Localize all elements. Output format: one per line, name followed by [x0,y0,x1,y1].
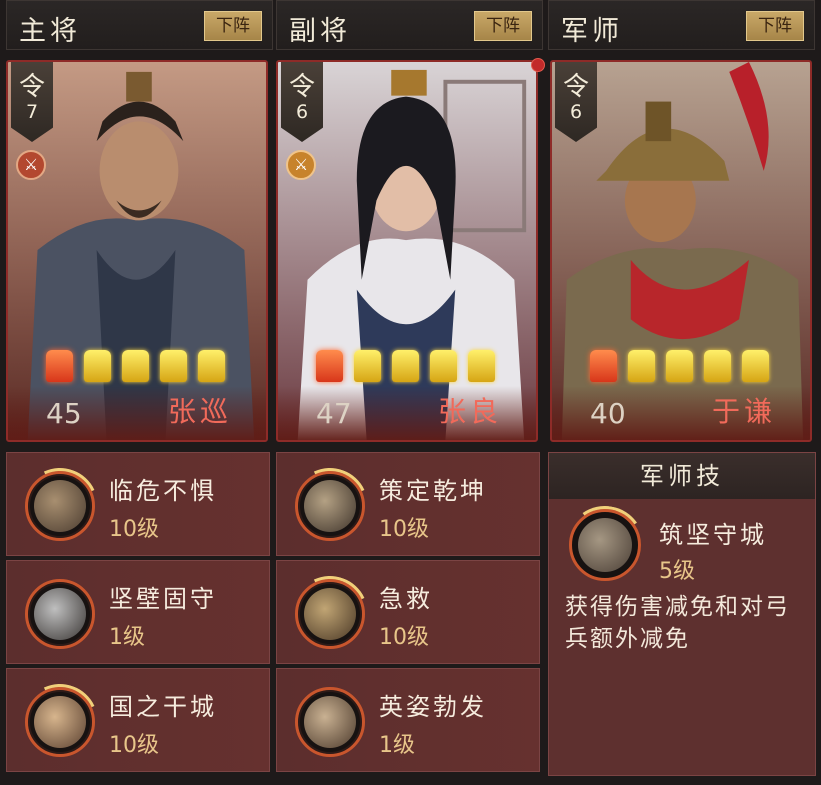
advisor-skill-header: 军师技 [549,453,815,499]
vice-general-title: 副将 [289,16,351,47]
star-icon [742,350,769,382]
vice-general-header: 副将 下阵 [276,0,543,50]
skill-name: 急救 [379,585,433,613]
skill-icon [281,565,379,663]
card-footer: 45 张巡 [8,386,266,440]
unassign-advisor-button[interactable]: 下阵 [746,11,804,41]
advisor-skill-description: 获得伤害减免和对弓兵额外减免 [565,594,790,652]
skill-icon [11,673,109,771]
advisor-skill-panel: 军师技 筑坚守城 5级 获得伤害减免和对弓兵额外减免 [548,452,816,776]
star-icon [392,350,419,382]
star-icon [198,350,225,382]
advisor-title: 军师 [561,16,623,47]
star-icon [704,350,731,382]
column-main-general: 主将 下阵 令 7 ⚔ 45 张巡 [6,0,273,442]
skill-slot[interactable]: 坚壁固守 1级 [6,560,270,664]
main-general-header: 主将 下阵 [6,0,273,50]
column-vice-general: 副将 下阵 令 6 ⚔ 47 张良 [276,0,543,442]
star-icon [122,350,149,382]
star-icon [430,350,457,382]
main-general-card[interactable]: 令 7 ⚔ 45 张巡 [6,60,268,442]
star-icon [46,350,73,382]
general-level: 47 [316,397,352,430]
command-char: 令 [288,72,315,102]
skill-level: 10级 [379,625,429,650]
star-rating [46,350,225,382]
skill-name: 策定乾坤 [379,477,487,505]
skill-name: 国之干城 [109,693,217,721]
skill-name: 英姿勃发 [379,693,487,721]
star-icon [354,350,381,382]
main-general-title: 主将 [19,16,81,47]
skill-level: 10级 [109,733,159,758]
notification-dot [531,58,545,72]
skill-level: 1级 [109,625,145,650]
general-name: 张良 [437,395,502,428]
advisor-skill-name: 筑坚守城 [659,521,767,549]
skill-slot[interactable]: 急救 10级 [276,560,540,664]
star-icon [468,350,495,382]
vice-general-card[interactable]: 令 6 ⚔ 47 张良 [276,60,538,442]
advisor-skill-level: 5级 [659,559,695,584]
skill-level: 1级 [379,733,415,758]
knife-icon: ⚔ [286,150,316,180]
skill-slot[interactable]: 国之干城 10级 [6,668,270,772]
star-rating [590,350,769,382]
command-value: 7 [25,101,39,123]
column-advisor: 军师 下阵 令 6 40 于谦 [548,0,815,442]
skill-icon [281,457,379,555]
advisor-header: 军师 下阵 [548,0,815,50]
general-level: 40 [590,397,626,430]
general-name: 张巡 [167,395,232,428]
skill-level: 10级 [109,517,159,542]
star-icon [590,350,617,382]
skill-slot[interactable]: 英姿勃发 1级 [276,668,540,772]
star-icon [160,350,187,382]
command-value: 6 [295,101,309,123]
unassign-main-general-button[interactable]: 下阵 [204,11,262,41]
skill-slot[interactable]: 临危不惧 10级 [6,452,270,556]
skill-icon [11,457,109,555]
star-icon [628,350,655,382]
knife-icon: ⚔ [16,150,46,180]
command-char: 令 [18,72,45,102]
general-level: 45 [46,397,82,430]
card-footer: 40 于谦 [552,386,810,440]
command-char: 令 [562,72,589,102]
general-name: 于谦 [711,395,776,428]
advisor-card[interactable]: 令 6 40 于谦 [550,60,812,442]
star-icon [666,350,693,382]
command-badge: 令 7 [11,62,53,142]
star-rating [316,350,495,382]
skill-name: 坚壁固守 [109,585,217,613]
command-value: 6 [569,101,583,123]
advisor-skill-icon[interactable] [559,499,651,591]
skill-name: 临危不惧 [109,477,217,505]
skill-level: 10级 [379,517,429,542]
star-icon [316,350,343,382]
card-footer: 47 张良 [278,386,536,440]
skill-icon [25,579,95,649]
command-badge: 令 6 [555,62,597,142]
star-icon [84,350,111,382]
skill-icon [295,687,365,757]
unassign-vice-general-button[interactable]: 下阵 [474,11,532,41]
command-badge: 令 6 [281,62,323,142]
skill-slot[interactable]: 策定乾坤 10级 [276,452,540,556]
